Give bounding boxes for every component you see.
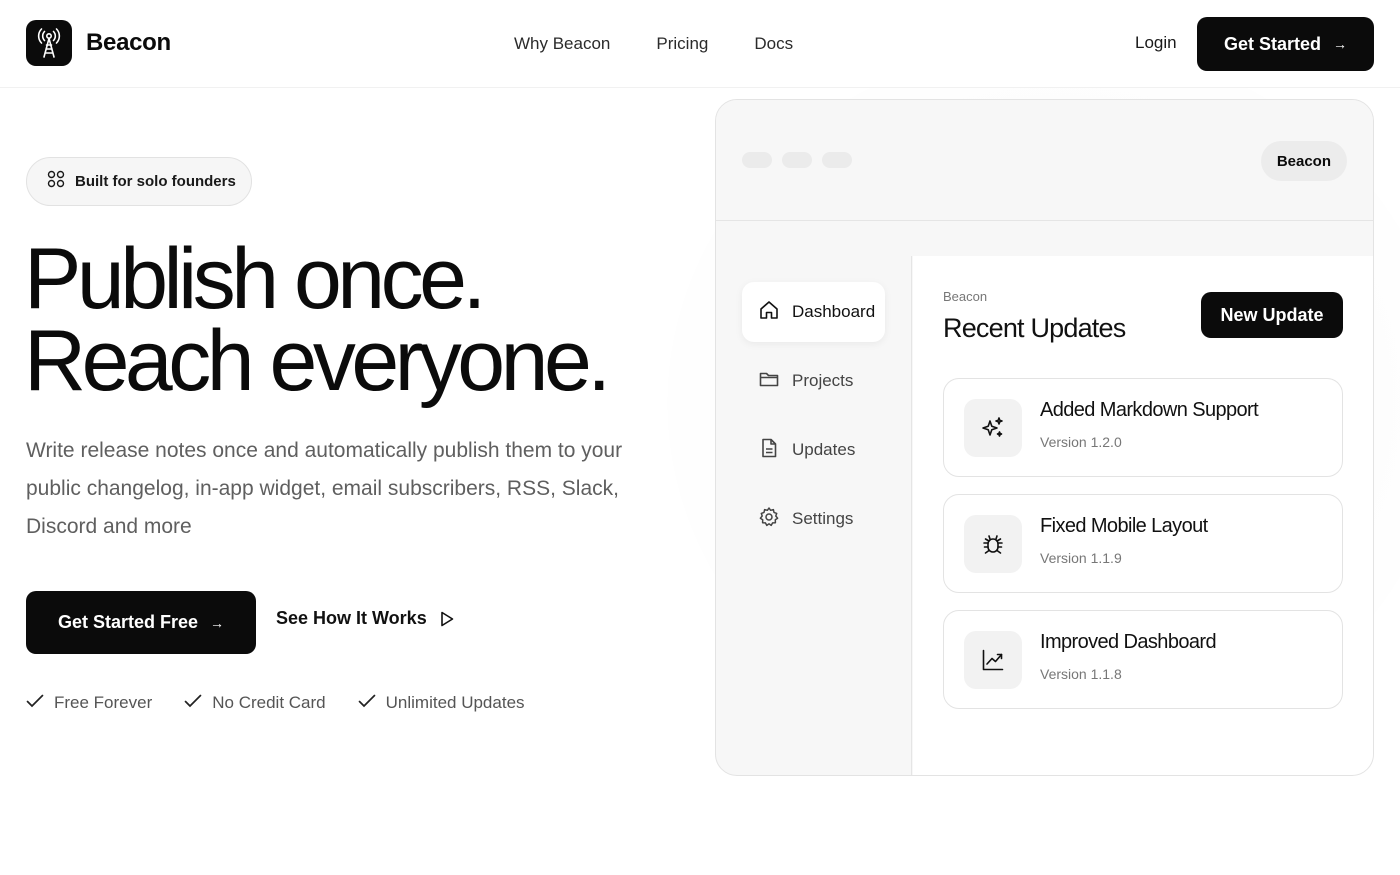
- mockup-brand-badge: Beacon: [1260, 141, 1347, 181]
- grid-icon: [47, 170, 65, 193]
- login-link[interactable]: Login: [1135, 33, 1177, 53]
- gear-icon: [758, 506, 780, 533]
- checkmark-icon: [184, 693, 202, 713]
- feature-checks: Free Forever No Credit Card Unlimited Up…: [26, 693, 557, 713]
- check-item: Unlimited Updates: [358, 693, 525, 713]
- hero-subtext: Write release notes once and automatical…: [26, 439, 623, 538]
- brand[interactable]: Beacon: [26, 20, 171, 66]
- mockup-main: Beacon Recent Updates New Update Added M…: [913, 256, 1373, 775]
- sidebar-item-label: Dashboard: [792, 302, 876, 321]
- check-label: Unlimited Updates: [385, 693, 525, 712]
- check-item: No Credit Card: [184, 693, 326, 713]
- window-dots: [742, 152, 862, 168]
- nav-links: Why Beacon Pricing Docs: [514, 34, 839, 54]
- hero-headline: Publish once. Reach everyone.: [24, 231, 611, 409]
- get-started-button[interactable]: Get Started →: [1197, 17, 1374, 71]
- update-version: Version 1.1.9: [1040, 550, 1122, 566]
- check-label: Free Forever: [54, 693, 153, 712]
- update-title: Fixed Mobile Layout: [1040, 515, 1208, 537]
- get-started-label: Get Started: [1223, 33, 1322, 54]
- window-dot: [742, 152, 772, 168]
- play-icon: [439, 610, 455, 628]
- mockup-sidebar: Dashboard Projects Updates Settings: [716, 256, 912, 775]
- beacon-tower-icon: [26, 20, 72, 66]
- sidebar-item-dashboard[interactable]: Dashboard: [742, 282, 885, 342]
- sidebar-item-label: Projects: [792, 371, 854, 390]
- recent-updates-title: Recent Updates: [943, 313, 1126, 343]
- audience-badge-label: Built for solo founders: [75, 173, 236, 190]
- sidebar-item-projects[interactable]: Projects: [742, 351, 885, 411]
- chart-icon: [964, 631, 1022, 689]
- see-how-it-works-link[interactable]: See How It Works: [276, 608, 455, 629]
- update-version: Version 1.1.8: [1040, 666, 1122, 682]
- arrow-right-icon: →: [1333, 36, 1348, 52]
- bug-icon: [964, 515, 1022, 573]
- home-icon: [758, 299, 780, 326]
- arrow-right-icon: →: [210, 614, 225, 631]
- brand-name: Beacon: [86, 29, 171, 56]
- update-card[interactable]: Added Markdown Support Version 1.2.0: [943, 378, 1343, 477]
- see-how-label: See How It Works: [276, 608, 427, 628]
- section-label: Beacon: [943, 289, 988, 304]
- folder-icon: [758, 368, 780, 395]
- check-label: No Credit Card: [212, 693, 326, 712]
- nav-link-docs[interactable]: Docs: [754, 34, 793, 54]
- headline-line-1: Publish once.: [24, 231, 486, 327]
- update-title: Added Markdown Support: [1040, 399, 1259, 421]
- nav-link-why-beacon[interactable]: Why Beacon: [514, 34, 610, 54]
- app-mockup: Beacon Dashboard Projects Updates Settin…: [715, 99, 1374, 776]
- checkmark-icon: [358, 693, 376, 713]
- sparkles-icon: [964, 399, 1022, 457]
- nav-link-pricing[interactable]: Pricing: [656, 34, 708, 54]
- check-item: Free Forever: [26, 693, 152, 713]
- update-card[interactable]: Improved Dashboard Version 1.1.8: [943, 610, 1343, 709]
- checkmark-icon: [26, 693, 44, 713]
- document-icon: [758, 437, 780, 464]
- get-started-free-button[interactable]: Get Started Free →: [26, 591, 256, 654]
- top-nav: Beacon Why Beacon Pricing Docs Login Get…: [0, 0, 1400, 88]
- mockup-titlebar: Beacon: [716, 100, 1373, 221]
- audience-badge: Built for solo founders: [26, 157, 252, 206]
- sidebar-item-settings[interactable]: Settings: [742, 489, 885, 549]
- update-card[interactable]: Fixed Mobile Layout Version 1.1.9: [943, 494, 1343, 593]
- update-title: Improved Dashboard: [1040, 631, 1217, 653]
- sidebar-item-label: Updates: [792, 440, 856, 459]
- headline-line-2: Reach everyone.: [24, 313, 611, 409]
- get-started-free-label: Get Started Free: [57, 612, 199, 632]
- window-dot: [782, 152, 812, 168]
- sidebar-item-label: Settings: [792, 509, 854, 528]
- update-version: Version 1.2.0: [1040, 434, 1122, 450]
- sidebar-item-updates[interactable]: Updates: [742, 420, 885, 480]
- new-update-button[interactable]: New Update: [1201, 292, 1343, 338]
- window-dot: [822, 152, 852, 168]
